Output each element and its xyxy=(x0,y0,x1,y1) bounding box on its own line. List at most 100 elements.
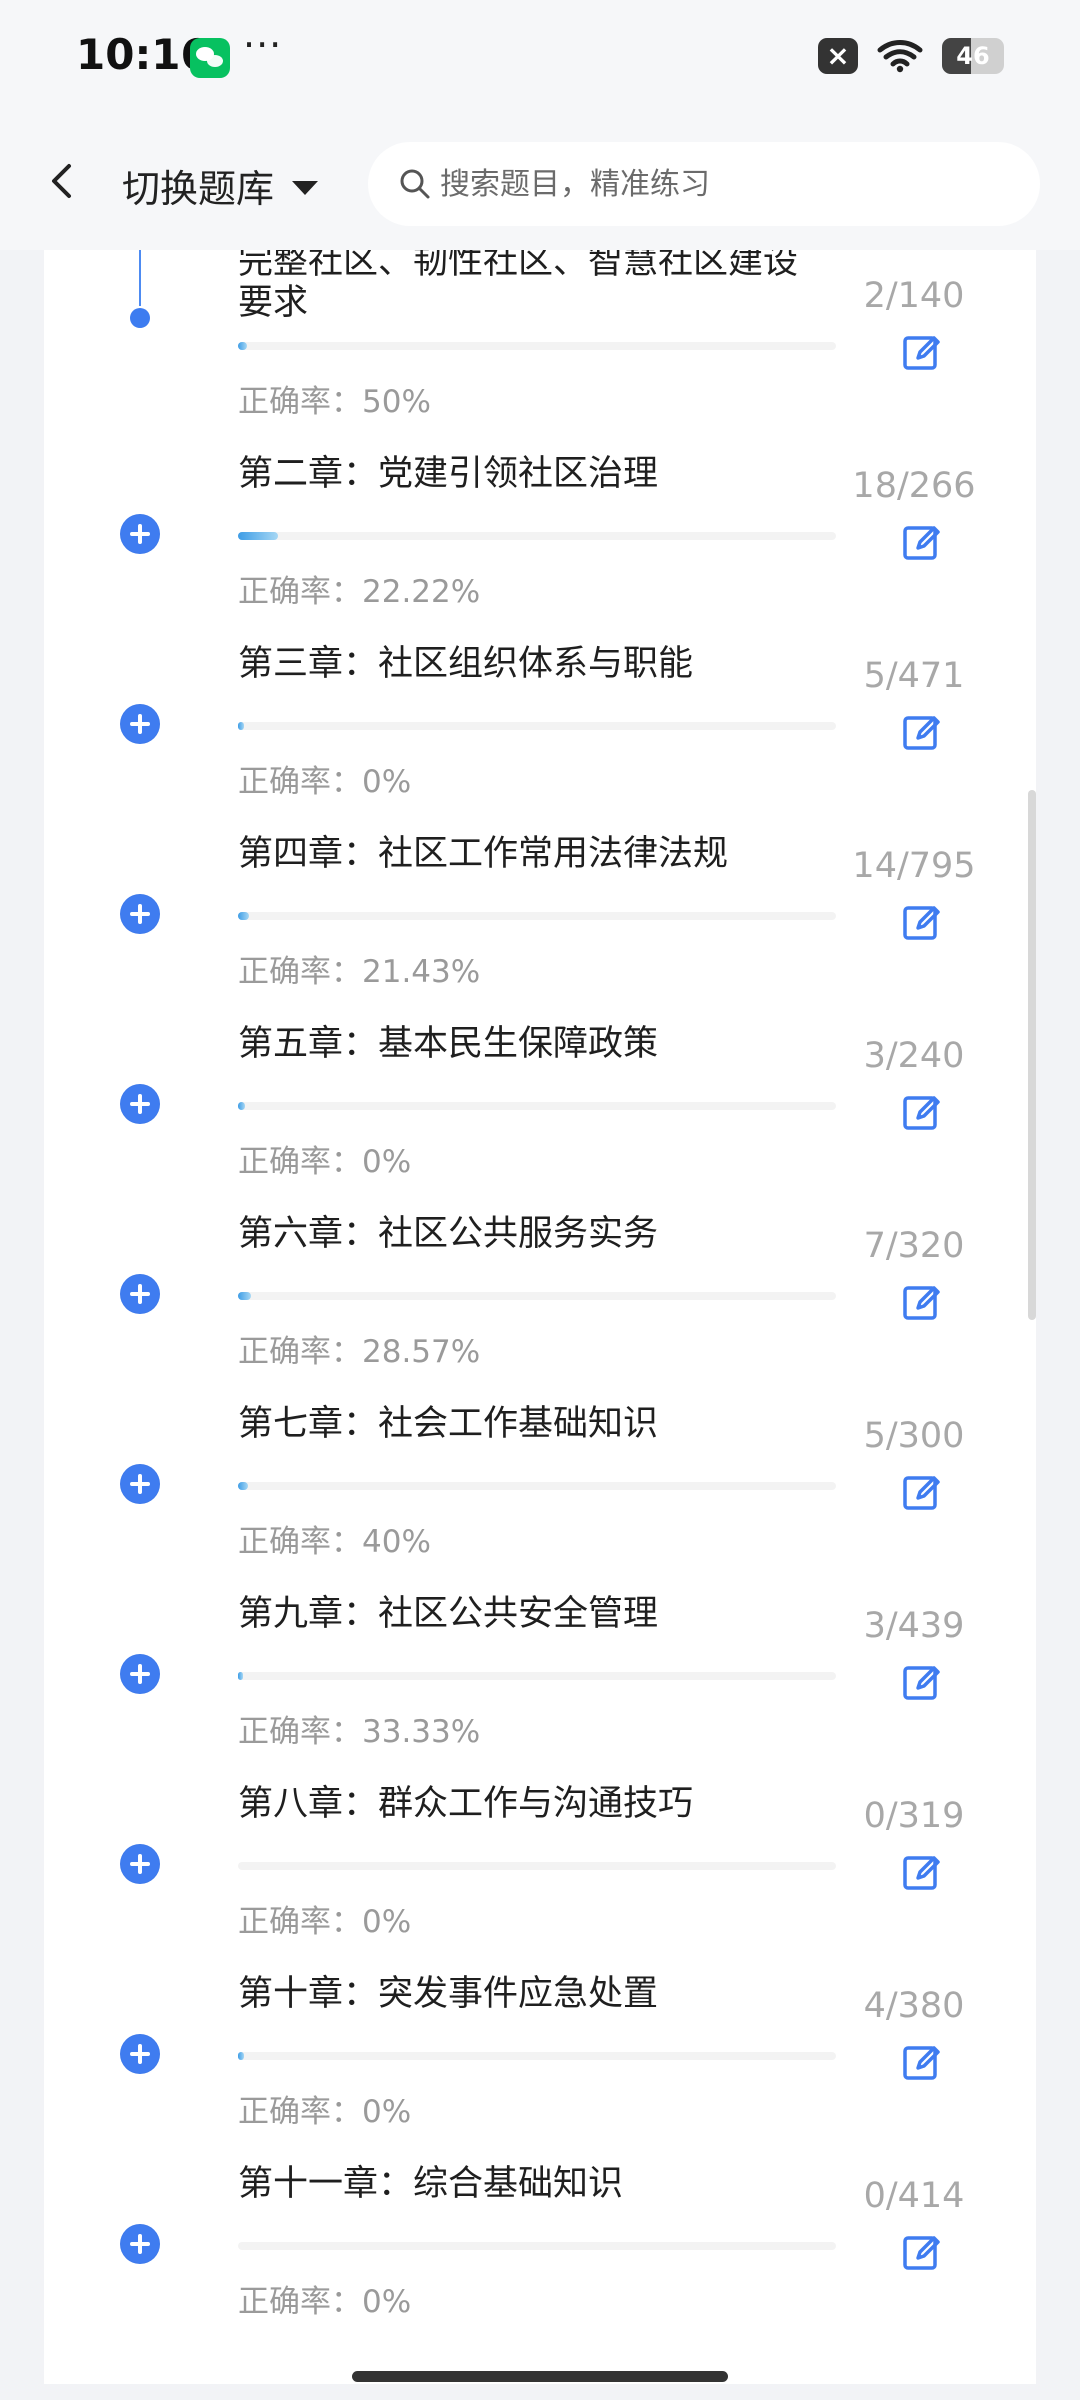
progress-fill xyxy=(238,342,247,350)
mute-icon: × xyxy=(818,38,858,74)
progress-bar xyxy=(238,1482,836,1490)
edit-icon[interactable] xyxy=(901,2232,943,2274)
top-nav: 切换题库 xyxy=(0,118,1080,250)
chapter-row: 第四章：社区工作常用法律法规 正确率：21.43% 14/795 xyxy=(44,820,1036,1010)
question-count: 5/300 xyxy=(863,1416,965,1456)
search-box[interactable] xyxy=(368,142,1040,226)
plus-circle-icon[interactable] xyxy=(120,1464,160,1504)
accuracy-text: 正确率：21.43% xyxy=(238,954,481,990)
accuracy-text: 正确率：33.33% xyxy=(238,1714,481,1750)
search-input[interactable] xyxy=(438,165,982,203)
chapter-row: 第八章：群众工作与沟通技巧 正确率：0% 0/319 xyxy=(44,1770,1036,1960)
wifi-icon xyxy=(877,40,923,73)
status-bar: 10:16 ··· × 46 xyxy=(0,0,1080,118)
edit-icon[interactable] xyxy=(901,1092,943,1134)
plus-circle-icon[interactable] xyxy=(120,514,160,554)
progress-bar xyxy=(238,722,836,730)
plus-circle-icon[interactable] xyxy=(120,2224,160,2264)
edit-icon[interactable] xyxy=(901,902,943,944)
question-bank-label: 切换题库 xyxy=(122,167,275,211)
edit-icon[interactable] xyxy=(901,712,943,754)
status-dots: ··· xyxy=(243,23,283,67)
progress-bar xyxy=(238,2242,836,2250)
plus-circle-icon[interactable] xyxy=(120,1274,160,1314)
plus-circle-icon[interactable] xyxy=(120,1654,160,1694)
edit-icon[interactable] xyxy=(901,1472,943,1514)
question-count: 3/439 xyxy=(863,1606,965,1646)
progress-bar xyxy=(238,1102,836,1110)
chapter-row: 第三章：社区组织体系与职能 正确率：0% 5/471 xyxy=(44,630,1036,820)
accuracy-text: 正确率：0% xyxy=(238,1904,412,1940)
edit-icon[interactable] xyxy=(901,1662,943,1704)
progress-bar xyxy=(238,2052,836,2060)
search-icon xyxy=(400,169,430,199)
chapter-title[interactable]: 第二章：党建引领社区治理 xyxy=(238,454,878,495)
back-icon[interactable] xyxy=(42,160,84,202)
question-count: 14/795 xyxy=(852,846,976,886)
progress-fill xyxy=(238,1102,246,1110)
home-indicator[interactable] xyxy=(352,2371,728,2382)
battery-icon: 46 xyxy=(942,38,1004,74)
progress-bar xyxy=(238,342,836,350)
progress-fill xyxy=(238,2052,245,2060)
progress-fill xyxy=(238,1672,243,1680)
progress-fill xyxy=(238,1292,252,1300)
chapter-title[interactable]: 第十一章：综合基础知识 xyxy=(238,2164,878,2205)
accuracy-text: 正确率：0% xyxy=(238,1144,412,1180)
accuracy-text: 正确率：40% xyxy=(238,1524,431,1560)
chapter-title[interactable]: 完整社区、韧性社区、智慧社区建设要求 xyxy=(238,250,828,325)
edit-icon[interactable] xyxy=(901,1852,943,1894)
progress-fill xyxy=(238,722,245,730)
chapter-list-card: 完整社区、韧性社区、智慧社区建设要求 正确率：50% 2/140 第二章：党建引… xyxy=(44,250,1036,2384)
chapter-row: 第十章：突发事件应急处置 正确率：0% 4/380 xyxy=(44,1960,1036,2150)
accuracy-text: 正确率：28.57% xyxy=(238,1334,481,1370)
progress-fill xyxy=(238,912,249,920)
accuracy-text: 正确率：22.22% xyxy=(238,574,481,610)
chapter-row: 完整社区、韧性社区、智慧社区建设要求 正确率：50% 2/140 xyxy=(44,250,1036,440)
plus-circle-icon[interactable] xyxy=(120,2034,160,2074)
battery-level: 46 xyxy=(956,42,990,70)
progress-bar xyxy=(238,912,836,920)
edit-icon[interactable] xyxy=(901,2042,943,2084)
question-count: 18/266 xyxy=(852,466,976,506)
question-count: 3/240 xyxy=(863,1036,965,1076)
edit-icon[interactable] xyxy=(901,522,943,564)
chapter-row: 第十一章：综合基础知识 正确率：0% 0/414 xyxy=(44,2150,1036,2340)
chapter-row: 第九章：社区公共安全管理 正确率：33.33% 3/439 xyxy=(44,1580,1036,1770)
chapter-title[interactable]: 第八章：群众工作与沟通技巧 xyxy=(238,1784,878,1825)
question-count: 5/471 xyxy=(863,656,965,696)
plus-circle-icon[interactable] xyxy=(120,1844,160,1884)
chapter-title[interactable]: 第九章：社区公共安全管理 xyxy=(238,1594,878,1635)
chapter-title[interactable]: 第六章：社区公共服务实务 xyxy=(238,1214,878,1255)
accuracy-text: 正确率：0% xyxy=(238,2284,412,2320)
plus-circle-icon[interactable] xyxy=(120,1084,160,1124)
progress-fill xyxy=(238,532,279,540)
caret-down-icon xyxy=(292,180,319,195)
chapter-title[interactable]: 第十章：突发事件应急处置 xyxy=(238,1974,878,2015)
question-count: 2/140 xyxy=(863,276,965,316)
question-count: 4/380 xyxy=(863,1986,965,2026)
status-right: × 46 xyxy=(818,38,1004,74)
progress-bar xyxy=(238,1862,836,1870)
wechat-icon xyxy=(190,38,230,78)
accuracy-text: 正确率：0% xyxy=(238,2094,412,2130)
chapter-row: 第六章：社区公共服务实务 正确率：28.57% 7/320 xyxy=(44,1200,1036,1390)
question-bank-switch[interactable]: 切换题库 xyxy=(122,158,319,213)
question-count: 7/320 xyxy=(863,1226,965,1266)
chapter-title[interactable]: 第四章：社区工作常用法律法规 xyxy=(238,834,878,875)
plus-circle-icon[interactable] xyxy=(120,704,160,744)
chapter-row: 第二章：党建引领社区治理 正确率：22.22% 18/266 xyxy=(44,440,1036,630)
chapter-title[interactable]: 第七章：社会工作基础知识 xyxy=(238,1404,878,1445)
progress-fill xyxy=(238,1482,248,1490)
accuracy-text: 正确率：0% xyxy=(238,764,412,800)
edit-icon[interactable] xyxy=(901,332,943,374)
progress-bar xyxy=(238,532,836,540)
chapter-title[interactable]: 第三章：社区组织体系与职能 xyxy=(238,644,878,685)
plus-circle-icon[interactable] xyxy=(120,894,160,934)
chapter-row: 第七章：社会工作基础知识 正确率：40% 5/300 xyxy=(44,1390,1036,1580)
chapter-title[interactable]: 第五章：基本民生保障政策 xyxy=(238,1024,878,1065)
chapter-row: 第五章：基本民生保障政策 正确率：0% 3/240 xyxy=(44,1010,1036,1200)
progress-bar xyxy=(238,1292,836,1300)
edit-icon[interactable] xyxy=(901,1282,943,1324)
progress-bar xyxy=(238,1672,836,1680)
